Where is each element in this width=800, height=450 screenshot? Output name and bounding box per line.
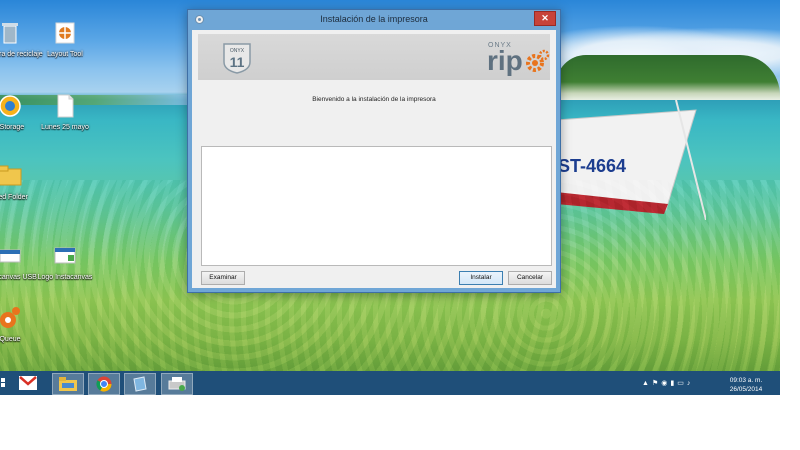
folder-icon [0,165,22,186]
clock-time: 09:03 a. m. [729,377,763,384]
system-tray-icons[interactable]: ▲⚑◉▮▭♪ [642,379,693,387]
onyx-badge-number: 11 [230,54,245,70]
layout-tool-label: Layout Tool [47,51,83,58]
desktop-icon-shared-folder[interactable]: ared Folder [0,163,45,202]
taskbar-clock[interactable]: 09:03 a. m. 26/05/2014 [716,376,776,394]
onyx-queue-icon [0,307,20,328]
volume-icon[interactable]: ♪ [687,380,694,387]
onyx-rip-brand-word: rip [487,45,523,76]
window-close-button[interactable]: ✕ [534,11,556,26]
desktop-icon-lunes-25-mayo[interactable]: Lunes 25 mayo [30,93,100,132]
recycle-bin-icon [2,23,18,44]
taskbar-gmail[interactable] [13,373,43,393]
document-icon [57,94,74,118]
taskbar-notepad[interactable] [124,373,156,395]
webstorage-icon [0,95,21,117]
logo-instacanvas-label: Logo Instacanvas [37,274,93,281]
browse-button[interactable]: Examinar [201,271,245,285]
desktop-icon-queue[interactable]: Queue [0,305,45,344]
gmail-icon [19,376,37,390]
folder-icon [59,377,77,391]
cancel-button[interactable]: Cancelar [508,271,552,285]
taskbar-file-explorer[interactable] [52,373,84,395]
notepad-icon [133,376,147,392]
install-button[interactable]: Instalar [459,271,503,285]
windows-logo-icon [1,378,5,387]
chrome-icon [96,376,112,392]
clock-date: 26/05/2014 [729,386,763,393]
instacanvas-usb-icon [0,249,21,263]
display-icon[interactable]: ▭ [677,380,687,387]
installer-header-banner: ONYX 11 ONYX rip [198,34,550,80]
gear-icon [526,49,550,72]
window-titlebar[interactable]: Instalación de la impresora ✕ [188,10,560,30]
window-title: Instalación de la impresora [320,14,428,24]
flag-icon[interactable]: ⚑ [652,380,661,387]
onyx-11-logo: ONYX 11 [223,43,251,74]
wallpaper-trees [556,55,780,100]
welcome-message: Bienvenido a la instalación de la impres… [312,96,436,103]
window-client-area: ONYX 11 ONYX rip Bienvenido a la instala… [192,30,556,288]
desktop-icon-layout-tool[interactable]: Layout Tool [30,20,100,59]
show-hidden-icons-icon[interactable]: ▲ [642,380,652,387]
lunes-25-mayo-label: Lunes 25 mayo [41,124,89,131]
taskbar-printer-install[interactable] [161,373,193,395]
taskbar-chrome[interactable] [88,373,120,395]
shared-folder-label: ared Folder [0,194,28,201]
network-icon[interactable]: ◉ [661,380,670,387]
logo-instacanvas-icon [54,247,76,264]
printer-icon [168,377,186,391]
layout-tool-icon [55,22,75,44]
desktop-screen: ST-4664 Papelera de reciclaje Layout Too… [0,0,780,395]
printer-install-window: Instalación de la impresora ✕ ONYX 11 ON… [187,9,561,293]
printer-list-box[interactable] [201,146,552,266]
boat-registration-text: ST-4664 [558,156,626,176]
desktop-icon-logo-instacanvas[interactable]: Logo Instacanvas [30,243,100,282]
queue-label: Queue [0,336,21,343]
